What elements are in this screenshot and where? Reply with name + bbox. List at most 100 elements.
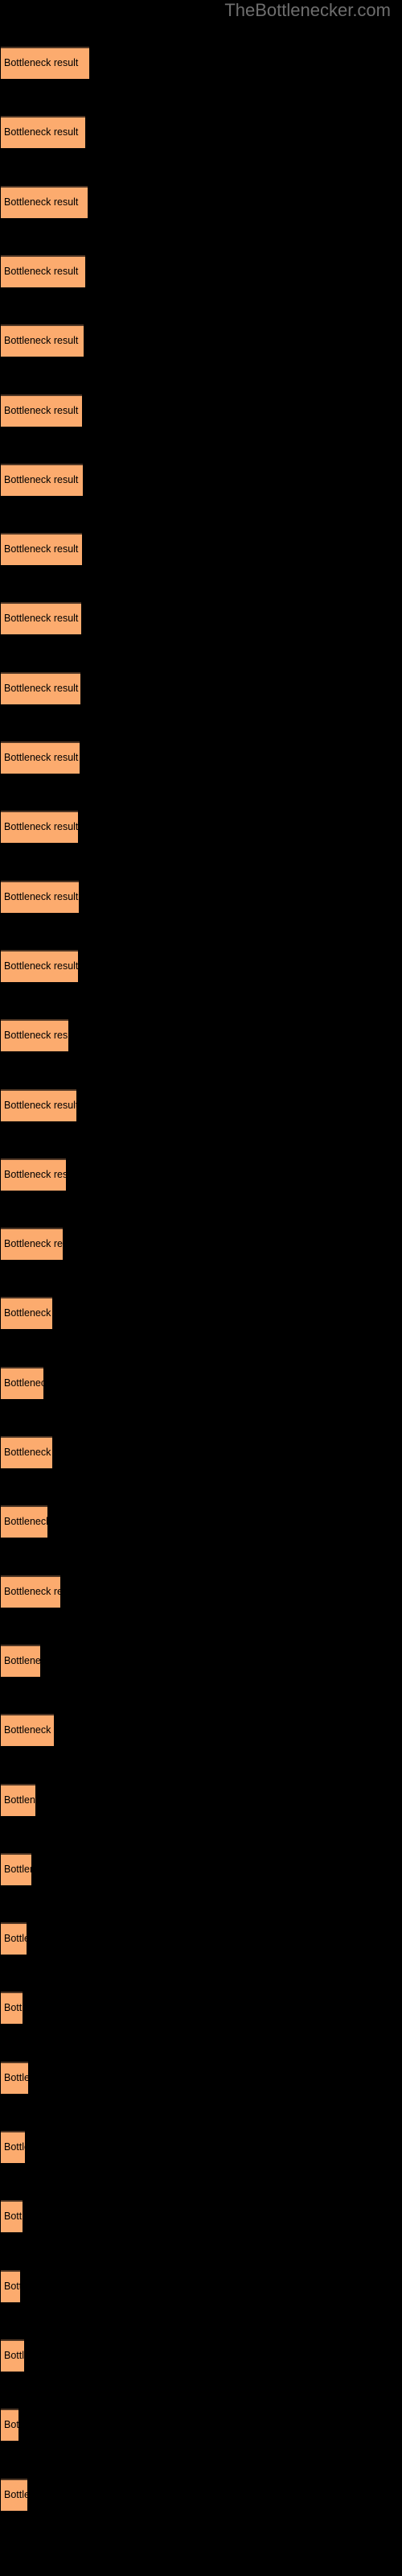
bar-bottleneck-result[interactable]: Bottleneck result — [1, 533, 82, 566]
bar-bottleneck-result[interactable]: Bottleneck result — [1, 116, 85, 149]
bar-bottleneck-result[interactable]: Bottleneck result — [1, 811, 78, 844]
bar-row: Bottleneck result — [0, 1019, 402, 1052]
bar-label: Bottleneck result — [4, 1030, 68, 1042]
bar-label: Bottleneck result — [4, 682, 79, 694]
bar-bottleneck-result[interactable]: Bottleneck result — [1, 185, 88, 218]
bar-row: Bottleneck result — [0, 2269, 402, 2302]
bar-label: Bottleneck result — [4, 1794, 35, 1806]
bar-row: Bottleneck result — [0, 1575, 402, 1608]
bar-bottleneck-result[interactable]: Bottleneck result — [1, 2061, 28, 2094]
bar-label: Bottleneck result — [4, 752, 79, 763]
bar-row: Bottleneck result — [0, 2409, 402, 2442]
bar-bottleneck-result[interactable]: Bottleneck result — [1, 2131, 25, 2163]
bar-row: Bottleneck result — [0, 324, 402, 357]
bar-label: Bottleneck result — [4, 1585, 60, 1597]
bar-row: Bottleneck result — [0, 1366, 402, 1399]
bar-bottleneck-result[interactable]: Bottleneck result — [1, 2409, 18, 2442]
bar-bottleneck-result[interactable]: Bottleneck result — [1, 602, 81, 635]
bar-row: Bottleneck result — [0, 2200, 402, 2233]
bar-row: Bottleneck result — [0, 880, 402, 913]
bar-label: Bottleneck result — [4, 2488, 27, 2500]
bar-bottleneck-result[interactable]: Bottleneck result — [1, 1297, 52, 1330]
bar-label: Bottleneck result — [4, 1724, 54, 1736]
bar-row: Bottleneck result — [0, 1852, 402, 1885]
bar-row: Bottleneck result — [0, 1505, 402, 1538]
bar-bottleneck-result[interactable]: Bottleneck result — [1, 880, 79, 913]
bar-bottleneck-result[interactable]: Bottleneck result — [1, 1228, 63, 1261]
bar-label: Bottleneck result — [4, 126, 79, 138]
bar-label: Bottleneck result — [4, 1933, 27, 1945]
bar-label: Bottleneck result — [4, 1238, 63, 1250]
bar-bottleneck-result[interactable]: Bottleneck result — [1, 1505, 47, 1538]
bar-label: Bottleneck result — [4, 196, 79, 208]
bar-row: Bottleneck result — [0, 2339, 402, 2372]
bar-row: Bottleneck result — [0, 1644, 402, 1677]
bar-row: Bottleneck result — [0, 1297, 402, 1330]
bar-label: Bottleneck result — [4, 57, 79, 68]
bar-row: Bottleneck result — [0, 185, 402, 218]
bar-row: Bottleneck result — [0, 1436, 402, 1468]
bar-label: Bottleneck result — [4, 2419, 18, 2431]
bar-row: Bottleneck result — [0, 1158, 402, 1191]
bar-row: Bottleneck result — [0, 671, 402, 704]
bar-label: Bottleneck result — [4, 821, 78, 833]
bar-label: Bottleneck result — [4, 1447, 52, 1458]
bar-label: Bottleneck result — [4, 1654, 40, 1666]
bar-label: Bottleneck result — [4, 1516, 47, 1528]
bar-label: Bottleneck result — [4, 335, 79, 347]
bar-bottleneck-result[interactable]: Bottleneck result — [1, 2269, 20, 2302]
bar-label: Bottleneck result — [4, 1863, 31, 1875]
bar-label: Bottleneck result — [4, 2141, 25, 2153]
bar-row: Bottleneck result — [0, 1922, 402, 1955]
bar-label: Bottleneck result — [4, 2071, 28, 2083]
bar-row: Bottleneck result — [0, 949, 402, 982]
bar-bottleneck-result[interactable]: Bottleneck result — [1, 1019, 68, 1052]
bar-row: Bottleneck result — [0, 1088, 402, 1121]
bar-bottleneck-result[interactable]: Bottleneck result — [1, 463, 83, 496]
bar-label: Bottleneck result — [4, 543, 79, 555]
bar-row: Bottleneck result — [0, 1783, 402, 1816]
bar-label: Bottleneck result — [4, 1307, 52, 1319]
bar-bottleneck-result[interactable]: Bottleneck result — [1, 1714, 54, 1747]
bar-bottleneck-result[interactable]: Bottleneck result — [1, 1922, 27, 1955]
bar-label: Bottleneck result — [4, 473, 79, 485]
bar-bottleneck-result[interactable]: Bottleneck result — [1, 1575, 60, 1608]
bar-row: Bottleneck result — [0, 533, 402, 566]
bar-row: Bottleneck result — [0, 811, 402, 844]
bar-bottleneck-result[interactable]: Bottleneck result — [1, 254, 85, 287]
bar-bottleneck-result[interactable]: Bottleneck result — [1, 2200, 23, 2233]
bar-label: Bottleneck result — [4, 2211, 23, 2223]
bar-bottleneck-result[interactable]: Bottleneck result — [1, 47, 89, 79]
bar-bottleneck-result[interactable]: Bottleneck result — [1, 1783, 35, 1816]
bar-row: Bottleneck result — [0, 2061, 402, 2094]
bar-label: Bottleneck result — [4, 890, 79, 902]
bar-bottleneck-result[interactable]: Bottleneck result — [1, 741, 80, 774]
bottleneck-bar-chart: Bottleneck result Bottleneck result Bottle… — [0, 0, 402, 2576]
bar-row: Bottleneck result — [0, 1228, 402, 1261]
bar-bottleneck-result[interactable]: Bottleneck result — [1, 1158, 66, 1191]
bar-label: Bottleneck result — [4, 2002, 23, 2014]
bar-label: Bottleneck result — [4, 2280, 20, 2292]
bar-label: Bottleneck result — [4, 960, 78, 972]
bar-bottleneck-result[interactable]: Bottleneck result — [1, 1088, 76, 1121]
bar-row: Bottleneck result — [0, 1714, 402, 1747]
bar-label: Bottleneck result — [4, 2349, 24, 2361]
bar-label: Bottleneck result — [4, 265, 79, 277]
bar-bottleneck-result[interactable]: Bottleneck result — [1, 949, 78, 982]
bar-row: Bottleneck result — [0, 463, 402, 496]
bar-bottleneck-result[interactable]: Bottleneck result — [1, 1644, 40, 1677]
bar-bottleneck-result[interactable]: Bottleneck result — [1, 1852, 31, 1885]
bar-row: Bottleneck result — [0, 47, 402, 79]
bar-row: Bottleneck result — [0, 2131, 402, 2163]
bar-bottleneck-result[interactable]: Bottleneck result — [1, 1366, 43, 1399]
bar-bottleneck-result[interactable]: Bottleneck result — [1, 1992, 23, 2025]
bar-label: Bottleneck result — [4, 1377, 43, 1389]
bar-bottleneck-result[interactable]: Bottleneck result — [1, 394, 82, 427]
bar-bottleneck-result[interactable]: Bottleneck result — [1, 671, 80, 704]
bar-row: Bottleneck result — [0, 394, 402, 427]
bar-bottleneck-result[interactable]: Bottleneck result — [1, 1436, 52, 1468]
bar-bottleneck-result[interactable]: Bottleneck result — [1, 2478, 27, 2511]
bar-row: Bottleneck result — [0, 2478, 402, 2511]
bar-bottleneck-result[interactable]: Bottleneck result — [1, 2339, 24, 2372]
bar-bottleneck-result[interactable]: Bottleneck result — [1, 324, 84, 357]
